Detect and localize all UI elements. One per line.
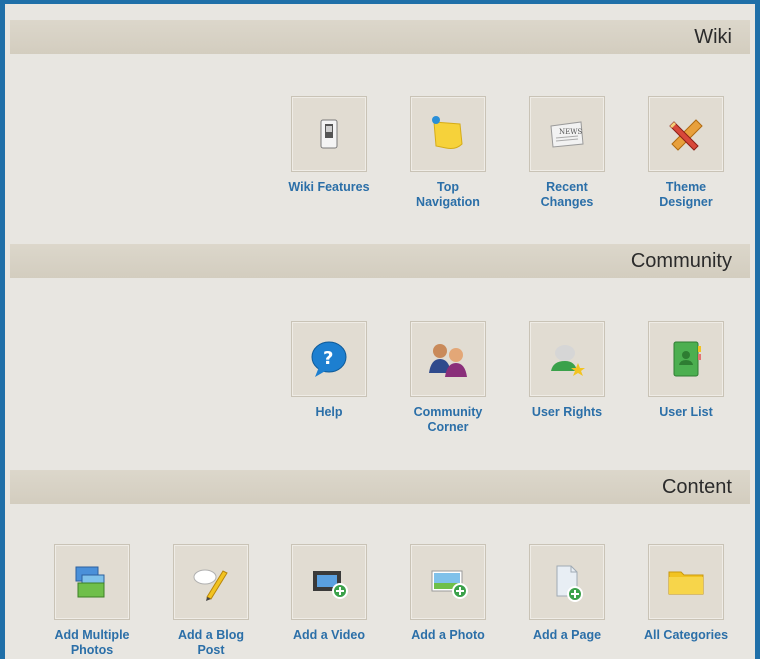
- tile-add-multiple-photos[interactable]: Add Multiple Photos: [37, 544, 147, 658]
- feature-switch-icon: [291, 96, 367, 172]
- svg-text:NEWS: NEWS: [559, 128, 582, 136]
- pencil-ruler-icon: [648, 96, 724, 172]
- tile-add-blog-post[interactable]: Add a Blog Post: [156, 544, 266, 658]
- tile-label: Add a Page: [532, 628, 602, 642]
- tile-recent-changes[interactable]: NEWS Recent Changes: [512, 96, 622, 210]
- tile-label: User Rights: [531, 405, 603, 419]
- section-title-community: Community: [630, 250, 732, 272]
- tile-wiki-features[interactable]: Wiki Features: [274, 96, 384, 195]
- newspaper-icon: NEWS: [529, 96, 605, 172]
- add-photo-icon: [410, 544, 486, 620]
- tile-label: Theme Designer: [659, 180, 713, 209]
- tile-label: Top Navigation: [416, 180, 480, 209]
- user-rights-icon: [529, 321, 605, 397]
- tile-user-rights[interactable]: User Rights: [512, 321, 622, 420]
- help-bubble-icon: ?: [291, 321, 367, 397]
- tile-label: All Categories: [643, 628, 729, 642]
- tile-label: Add a Video: [292, 628, 365, 642]
- tile-label: Add a Photo: [411, 628, 485, 642]
- section-header-community: Community: [10, 244, 750, 278]
- tile-label: Wiki Features: [288, 180, 370, 194]
- tile-theme-designer[interactable]: Theme Designer: [631, 96, 741, 210]
- tile-help[interactable]: ? Help: [274, 321, 384, 420]
- tile-add-photo[interactable]: Add a Photo: [393, 544, 503, 643]
- tile-add-video[interactable]: Add a Video: [274, 544, 384, 643]
- tile-label: Recent Changes: [540, 180, 594, 209]
- blog-post-icon: [173, 544, 249, 620]
- svg-text:?: ?: [323, 348, 333, 369]
- tile-top-navigation[interactable]: Top Navigation: [393, 96, 503, 210]
- multiple-photos-icon: [54, 544, 130, 620]
- section-title-wiki: Wiki: [694, 26, 732, 48]
- tile-label: User List: [659, 405, 713, 419]
- tile-add-page[interactable]: Add a Page: [512, 544, 622, 643]
- add-page-icon: [529, 544, 605, 620]
- add-video-icon: [291, 544, 367, 620]
- sticky-note-icon: [410, 96, 486, 172]
- tile-label: Help: [315, 405, 343, 419]
- tile-all-categories[interactable]: All Categories: [631, 544, 741, 643]
- address-book-icon: [648, 321, 724, 397]
- tile-label: Add a Blog Post: [178, 628, 244, 657]
- tile-label: Add Multiple Photos: [54, 628, 130, 657]
- folder-icon: [648, 544, 724, 620]
- section-header-wiki: Wiki: [10, 20, 750, 54]
- tile-user-list[interactable]: User List: [631, 321, 741, 420]
- people-icon: [410, 321, 486, 397]
- section-title-content: Content: [661, 476, 732, 498]
- section-header-content: Content: [10, 470, 750, 504]
- tile-community-corner[interactable]: Community Corner: [393, 321, 503, 435]
- tile-label: Community Corner: [413, 405, 483, 434]
- admin-dashboard-panel: Wiki Wiki Features Top Navigation NEWS R…: [0, 0, 760, 659]
